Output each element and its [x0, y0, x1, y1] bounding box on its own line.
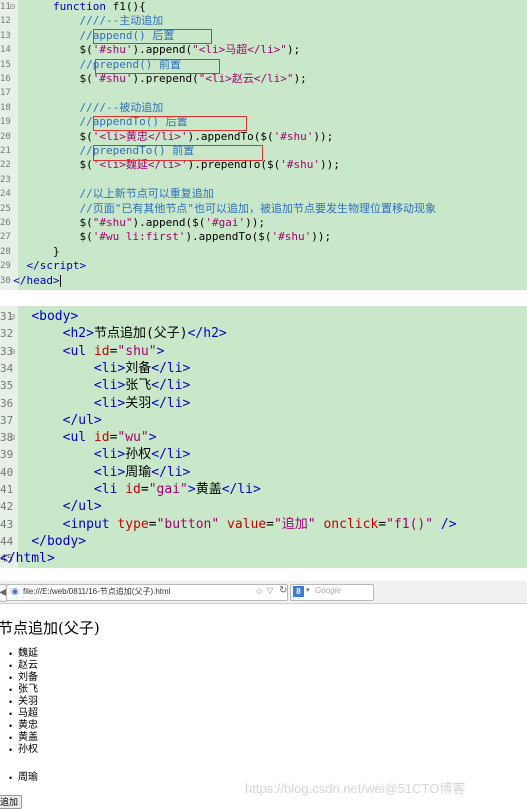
code-line: 13 //append() 后置 — [0, 29, 527, 43]
code-line: 38 ⊟ <ul id="wu"> — [0, 429, 527, 446]
code-line: 31 ⊟ <body> — [0, 308, 527, 325]
highlight-box-append — [93, 29, 212, 44]
list-item: 黄忠 — [6, 720, 38, 732]
code-text: //以上新节点可以重复追加 — [79, 187, 214, 201]
list-item: 魏延 — [6, 648, 38, 660]
code-text: ////--被动追加 — [79, 100, 164, 114]
list-item: 赵云 — [6, 660, 38, 672]
code-text: function f1(){ — [52, 0, 146, 13]
list-item: 马超 — [6, 708, 38, 720]
code-text: } — [0, 244, 60, 258]
search-input[interactable]: Google — [315, 586, 341, 595]
list-item: 刘备 — [6, 672, 38, 684]
code-text: <ul id="wu"> — [62, 430, 157, 446]
code-text: $("#shu").append($('#gai')); — [0, 216, 265, 229]
highlight-box-appendto — [93, 116, 247, 131]
code-line: 41 <li id="gai">黄盖</li> — [0, 481, 527, 498]
code-line: 14 $('#shu').append("<li>马超</li>"); — [0, 43, 527, 57]
code-text: //页面"已有其他节点"也可以追加，被追加节点要发生物理位置移动现象 — [79, 201, 436, 215]
code-line: 22 $('<li>魏延</li>').prependTo($('#shu'))… — [0, 158, 527, 172]
code-editor-bottom: 31 ⊟ <body> 32 <h2>节点追加(父子)</h2> 33 ⊟ <ul id… — [0, 306, 527, 568]
star-icon[interactable]: ☆ — [255, 586, 263, 597]
list-item: 关羽 — [6, 696, 38, 708]
code-line: 18 ////--被动追加 — [0, 101, 527, 115]
code-text: <h2>节点追加(父子)</h2> — [62, 326, 227, 342]
code-line: 25 //页面"已有其他节点"也可以追加，被追加节点要发生物理位置移动现象 — [0, 202, 527, 216]
code-line: 29 </script> — [0, 259, 527, 273]
code-line: 39 <li>孙权</li> — [0, 446, 527, 463]
browser-window: ◀ ◉ file:///E:/web/0811/16-节点追加(父子).html… — [0, 581, 527, 809]
list-item: 黄盖 — [6, 732, 38, 744]
globe-icon: ◉ — [11, 586, 19, 596]
code-text: <input type="button" value="追加" onclick=… — [62, 516, 457, 532]
code-text: </ul> — [62, 412, 102, 428]
code-line: 24 //以上新节点可以重复追加 — [0, 187, 527, 201]
code-line: 32 <h2>节点追加(父子)</h2> — [0, 325, 527, 342]
list-item: 周瑜 — [6, 772, 38, 784]
code-line: 16 $('#shu').prepend("<li>赵云</li>"); — [0, 72, 527, 86]
code-text: <li>周瑜</li> — [93, 464, 191, 480]
code-line: 20 $('<li>黄忠</li>').appendTo($('#shu')); — [0, 130, 527, 144]
line-number: 23 — [0, 174, 11, 185]
code-line: 28 } — [0, 245, 527, 259]
code-line: 11 ⊟ function f1(){ — [0, 0, 527, 14]
code-text: </head> — [13, 273, 61, 287]
code-text: <body> — [31, 309, 79, 324]
code-text: </body> — [31, 533, 87, 549]
code-line: 36 <li>关羽</li> — [0, 395, 527, 412]
address-bar[interactable]: ◉ file:///E:/web/0811/16-节点追加(父子).html ☆… — [6, 584, 288, 601]
search-bar[interactable]: 8 ▾ Google — [290, 584, 374, 601]
code-line: 15 //prepend() 前置 — [0, 58, 527, 72]
code-line: 27 $('#wu li:first').appendTo($('#shu'))… — [0, 230, 527, 244]
code-text: <ul id="shu"> — [62, 343, 165, 359]
code-line: 45 </html> — [0, 550, 527, 567]
browser-toolbar: ◀ ◉ file:///E:/web/0811/16-节点追加(父子).html… — [0, 581, 527, 604]
url-text: file:///E:/web/0811/16-节点追加(父子).html — [23, 587, 171, 596]
watermark: https://blog.csdn.net/wei@51CTO博客 — [245, 781, 466, 796]
code-text: <li id="gai">黄盖</li> — [93, 482, 261, 497]
code-line: 37 </ul> — [0, 412, 527, 429]
code-text: ////--主动追加 — [79, 14, 164, 28]
dropdown-arrow-icon[interactable]: ▽ — [267, 586, 273, 595]
code-line: 21 //prependTo() 前置 — [0, 144, 527, 158]
code-line: 33 ⊟ <ul id="shu"> — [0, 343, 527, 360]
code-line: 23 — [0, 173, 527, 187]
code-text: </script> — [26, 259, 87, 273]
code-line: 43 <input type="button" value="追加" oncli… — [0, 516, 527, 533]
code-text: $('#wu li:first').appendTo($('#shu')); — [0, 230, 332, 244]
code-text: <li>关羽</li> — [93, 395, 191, 411]
page-heading: 节点追加(父子) — [0, 619, 100, 637]
highlight-box-prepend — [95, 59, 220, 74]
code-line: 42 </ul> — [0, 498, 527, 515]
list-item: 孙权 — [6, 744, 38, 756]
code-text: <li>孙权</li> — [93, 447, 191, 463]
google-icon[interactable]: 8 — [293, 586, 304, 597]
line-number: 17 — [0, 88, 11, 99]
code-line: 40 <li>周瑜</li> — [0, 464, 527, 481]
code-text: <li>刘备</li> — [93, 360, 191, 376]
list-shu: 魏延赵云刘备张飞关羽马超黄忠黄盖孙权 — [6, 648, 38, 756]
code-line: 19 //appendTo() 后置 — [0, 115, 527, 129]
code-editor-top: 11 ⊟ function f1(){12 ////--主动追加 13 //appe… — [0, 0, 527, 290]
reload-icon[interactable]: ↻ — [279, 585, 287, 596]
code-line: 17 — [0, 86, 527, 100]
code-text: $('<li>黄忠</li>').appendTo($('#shu')); — [0, 129, 334, 143]
code-line: 26 $("#shu").append($('#gai')); — [0, 216, 527, 230]
code-line: 12 ////--主动追加 — [0, 14, 527, 28]
code-line: 35 <li>张飞</li> — [0, 377, 527, 394]
code-text: </ul> — [62, 499, 102, 515]
code-text: <li>张飞</li> — [93, 378, 191, 394]
code-line: 30 </head> — [0, 274, 527, 288]
code-line: 34 <li>刘备</li> — [0, 360, 527, 377]
code-text: $('#shu').prepend("<li>赵云</li>"); — [0, 72, 307, 85]
code-text: </html> — [0, 551, 55, 567]
list-item: 张飞 — [6, 684, 38, 696]
code-text: $('#shu').append("<li>马超</li>"); — [0, 43, 301, 57]
search-engine-dropdown-icon[interactable]: ▾ — [306, 586, 310, 594]
highlight-box-prependto — [93, 145, 263, 161]
code-line: 44 </body> — [0, 533, 527, 550]
list-wu: 周瑜 — [6, 772, 38, 784]
